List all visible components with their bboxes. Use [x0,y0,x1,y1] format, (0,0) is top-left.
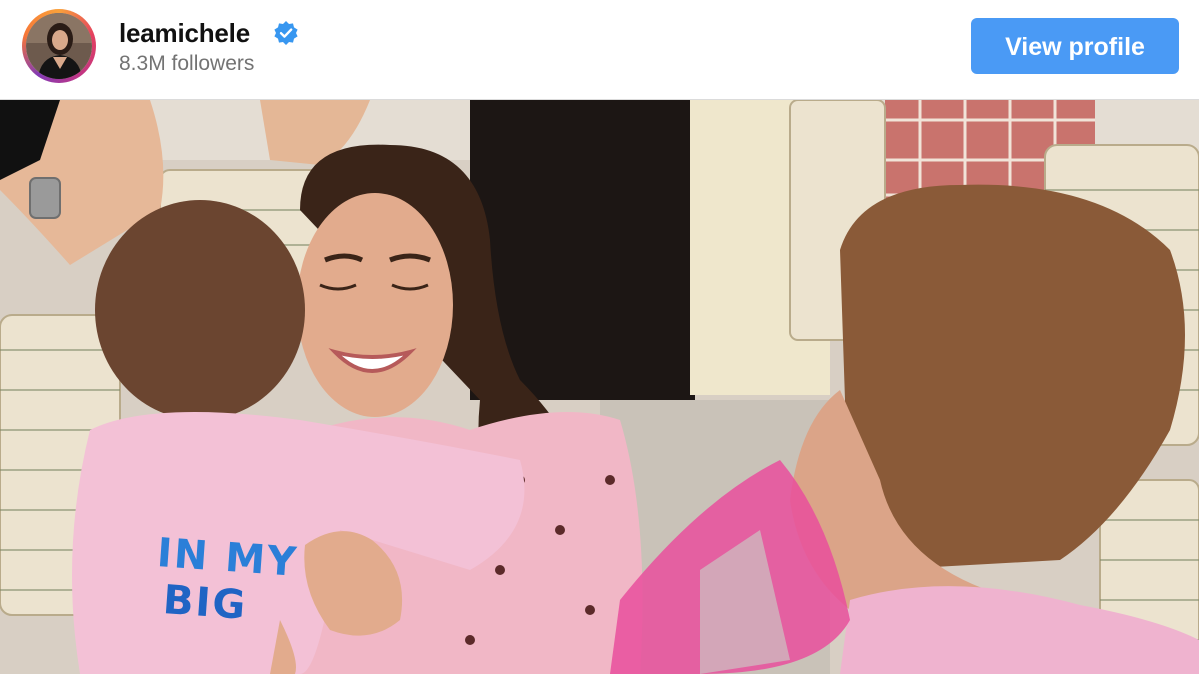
avatar[interactable] [26,13,92,79]
profile-header: leamichele 8.3M followers View profile [0,0,1199,100]
view-profile-button[interactable]: View profile [971,18,1179,74]
follower-count: 8.3M followers [119,52,255,75]
instagram-embed: leamichele 8.3M followers View profile I… [0,0,1199,674]
username[interactable]: leamichele [119,18,250,49]
verified-badge-icon [274,21,298,45]
avatar-image [26,13,92,79]
avatar-story-ring[interactable] [22,9,96,83]
post-photo[interactable]: IN MY BIG [0,100,1199,674]
shirt-text-line2: BIG [161,577,249,629]
